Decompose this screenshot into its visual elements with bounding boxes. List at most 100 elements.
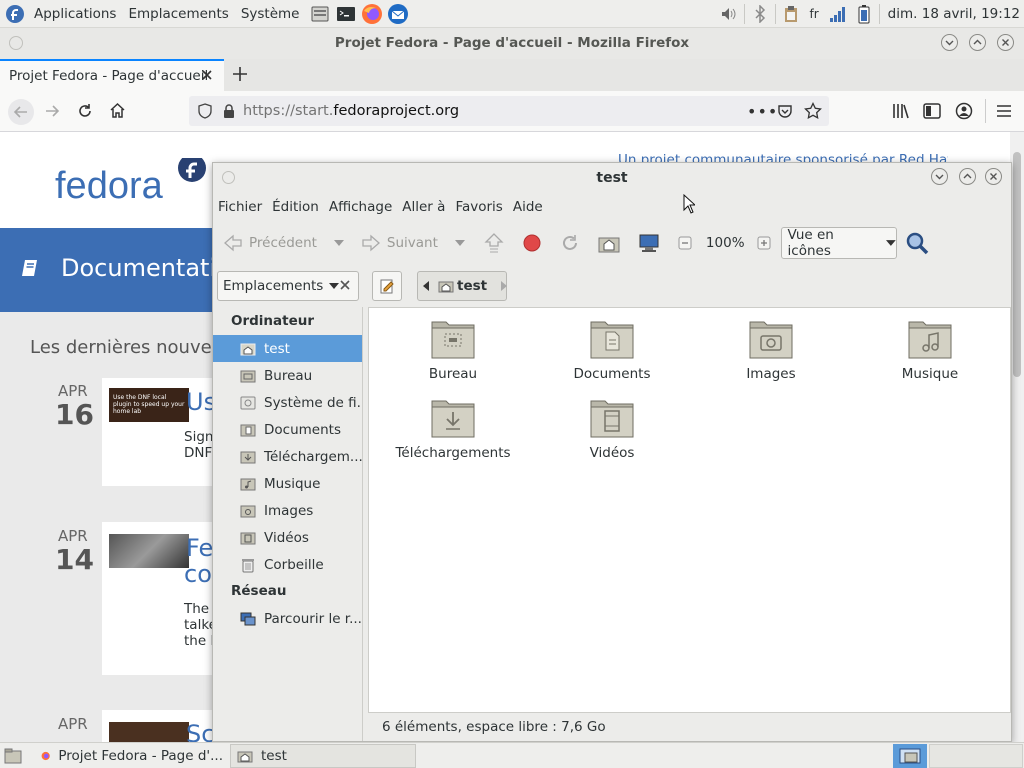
breadcrumb-current[interactable]: test (457, 278, 487, 294)
system-menu[interactable]: Système (235, 6, 306, 22)
file-icon-view[interactable]: Bureau Documents Images Musique Téléchar… (368, 307, 1011, 713)
close-icon[interactable] (985, 168, 1002, 185)
search-button[interactable] (905, 231, 929, 255)
file-item-bureau[interactable]: Bureau (383, 318, 523, 382)
clock[interactable]: dim. 18 avril, 19:12 (882, 6, 1024, 22)
url-bar[interactable]: https://start.fedoraproject.org ••• (189, 96, 829, 126)
sidebar-item-music[interactable]: Musique (213, 470, 362, 497)
task-file-manager[interactable]: test (230, 743, 416, 768)
back-button[interactable]: Précédent (223, 227, 345, 259)
news-thumbnail[interactable] (109, 534, 189, 568)
news-card[interactable]: Use the DNF local plugin to speed up you… (102, 378, 222, 486)
sidebar-item-documents[interactable]: Documents (213, 416, 362, 443)
news-thumbnail[interactable] (109, 722, 189, 742)
menu-edit[interactable]: Édition (267, 199, 324, 215)
fedora-menu-icon[interactable] (4, 3, 26, 25)
file-manager-launcher-icon[interactable] (309, 3, 331, 25)
pocket-icon[interactable] (777, 103, 793, 119)
window-menu-icon[interactable] (9, 36, 23, 50)
sidebar-item-videos[interactable]: Vidéos (213, 524, 362, 551)
tracking-protection-icon[interactable] (198, 103, 212, 119)
file-item-documents[interactable]: Documents (542, 318, 682, 382)
file-item-images[interactable]: Images (701, 318, 841, 382)
fedora-logo[interactable]: fedora (55, 158, 215, 206)
home-button[interactable] (598, 227, 620, 259)
scrollbar-thumb[interactable] (1013, 152, 1021, 377)
breadcrumb-left-arrow-icon[interactable] (423, 281, 430, 291)
stop-button[interactable] (522, 227, 542, 259)
menu-bookmarks[interactable]: Favoris (450, 199, 507, 215)
sidebar-item-pictures[interactable]: Images (213, 497, 362, 524)
back-icon[interactable] (8, 99, 34, 125)
bookmark-star-icon[interactable] (804, 102, 822, 120)
menu-help[interactable]: Aide (508, 199, 548, 215)
zoom-in-button[interactable] (757, 227, 771, 259)
menu-view[interactable]: Affichage (324, 199, 397, 215)
forward-icon[interactable] (44, 103, 60, 119)
battery-icon[interactable] (853, 3, 875, 25)
sidebar-item-filesystem[interactable]: Système de fi... (213, 389, 362, 416)
file-item-telechargements[interactable]: Téléchargements (383, 397, 523, 461)
network-signal-icon[interactable] (827, 3, 849, 25)
sidebar-item-downloads[interactable]: Téléchargem... (213, 443, 362, 470)
view-mode-dropdown[interactable]: Vue en icônes (780, 227, 897, 259)
minimize-icon[interactable] (941, 34, 958, 51)
up-button[interactable] (484, 227, 504, 259)
sidebar-item-browse-network[interactable]: Parcourir le r... (213, 605, 362, 632)
task-firefox[interactable]: Projet Fedora - Page d'... (34, 744, 224, 768)
home-icon[interactable] (109, 102, 126, 119)
computer-button[interactable] (638, 227, 660, 259)
reload-button[interactable] (560, 227, 580, 259)
toggle-location-entry-button[interactable] (372, 271, 402, 301)
news-title[interactable]: Sc (186, 720, 214, 742)
close-sidebar-icon[interactable] (339, 279, 351, 291)
news-card[interactable]: Sc (102, 710, 222, 742)
volume-icon[interactable] (718, 3, 740, 25)
maximize-icon[interactable] (959, 168, 976, 185)
hamburger-menu-icon[interactable] (996, 103, 1012, 119)
window-menu-icon[interactable] (222, 171, 235, 184)
bluetooth-icon[interactable] (749, 3, 771, 25)
menu-file[interactable]: Fichier (213, 199, 267, 215)
keyboard-layout-indicator[interactable]: fr (804, 7, 825, 21)
tab-close-icon[interactable] (200, 68, 214, 82)
places-selector[interactable]: Emplacements (217, 271, 359, 301)
firefox-window-title: Projet Fedora - Page d'accueil - Mozilla… (334, 35, 690, 51)
news-title[interactable]: Fe (186, 534, 213, 562)
sidebar-item-trash[interactable]: Corbeille (213, 551, 362, 578)
menu-go[interactable]: Aller à (397, 199, 450, 215)
zoom-out-button[interactable] (678, 227, 692, 259)
breadcrumb-right-arrow-icon[interactable] (500, 281, 508, 291)
news-thumbnail[interactable]: Use the DNF local plugin to speed up you… (109, 388, 189, 422)
close-icon[interactable] (997, 34, 1014, 51)
account-icon[interactable] (955, 102, 973, 120)
minimize-icon[interactable] (931, 168, 948, 185)
places-menu[interactable]: Emplacements (122, 6, 234, 22)
workspace-2[interactable] (929, 744, 1023, 768)
news-title-line2[interactable]: co (184, 560, 212, 588)
tab-fedora-home[interactable]: Projet Fedora - Page d'accueil (0, 59, 224, 91)
sidebar-item-test[interactable]: test (213, 335, 362, 362)
file-item-videos[interactable]: Vidéos (542, 397, 682, 461)
thunderbird-launcher-icon[interactable] (387, 3, 409, 25)
firefox-launcher-icon[interactable] (361, 3, 383, 25)
maximize-icon[interactable] (969, 34, 986, 51)
applications-menu[interactable]: Applications (28, 6, 122, 22)
clipboard-icon[interactable] (780, 3, 802, 25)
page-scrollbar[interactable] (1010, 132, 1024, 742)
workspace-switcher[interactable] (893, 744, 927, 768)
firefox-titlebar[interactable]: Projet Fedora - Page d'accueil - Mozilla… (0, 28, 1024, 59)
forward-button[interactable]: Suivant (361, 227, 466, 259)
sidebar-item-desktop[interactable]: Bureau (213, 362, 362, 389)
page-actions-icon[interactable]: ••• (747, 102, 778, 121)
library-icon[interactable] (892, 103, 910, 119)
sidebar-toggle-icon[interactable] (923, 103, 941, 119)
new-tab-icon[interactable] (231, 65, 249, 83)
lock-icon[interactable] (223, 104, 235, 118)
news-card[interactable]: Fe co The talke the l (102, 522, 222, 675)
file-manager-titlebar[interactable]: test (213, 163, 1011, 193)
reload-icon[interactable] (77, 103, 93, 119)
show-desktop-icon[interactable] (2, 745, 24, 767)
terminal-launcher-icon[interactable] (335, 3, 357, 25)
file-item-musique[interactable]: Musique (860, 318, 1000, 382)
